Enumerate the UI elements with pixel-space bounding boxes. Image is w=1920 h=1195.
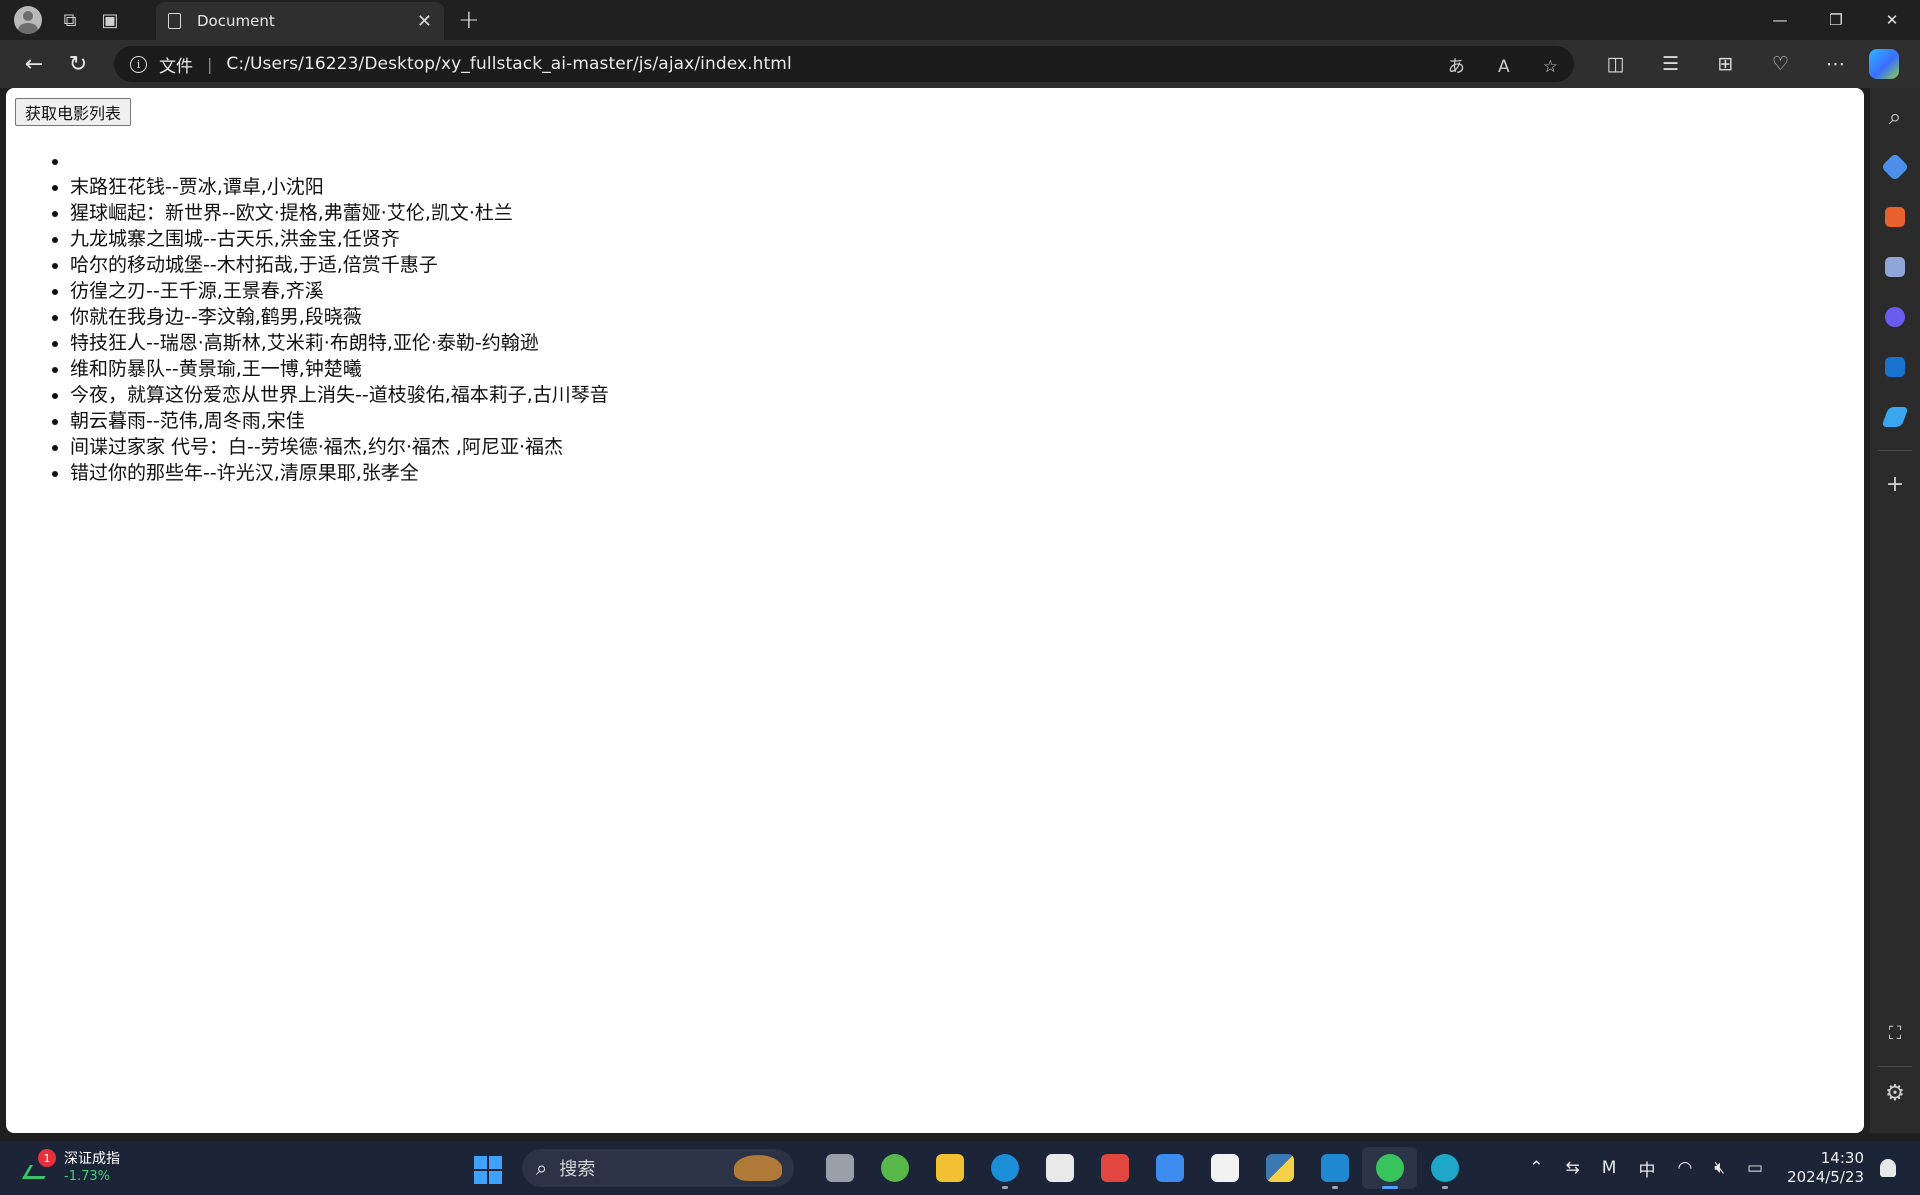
sidebar-screenshot-icon[interactable]: ⛶ xyxy=(1870,1008,1920,1058)
wifi-icon[interactable]: ◠ xyxy=(1677,1158,1692,1178)
restore-button[interactable]: ❐ xyxy=(1808,0,1864,40)
close-window-button[interactable]: ✕ xyxy=(1864,0,1920,40)
battery-icon[interactable]: ▭ xyxy=(1747,1158,1763,1178)
movie-list-item: 今夜，就算这份爱恋从世界上消失--道枝骏佑,福本莉子,古川琴音 xyxy=(70,382,609,408)
python-icon[interactable] xyxy=(1252,1147,1307,1189)
copilot-icon[interactable] xyxy=(1869,49,1899,79)
sidebar-copilot-icon[interactable] xyxy=(1870,292,1920,342)
movie-list-item: 彷徨之刃--王千源,王景春,齐溪 xyxy=(70,278,609,304)
favorite-star-icon[interactable]: ☆ xyxy=(1543,57,1558,77)
microsoft-store-icon[interactable] xyxy=(1032,1147,1087,1189)
chevron-up-icon[interactable]: ⌃ xyxy=(1529,1158,1543,1178)
sidebar-send-icon[interactable] xyxy=(1870,392,1920,442)
sidebar-divider-bottom xyxy=(1878,1066,1912,1067)
tab-document[interactable]: Document ✕ xyxy=(156,2,444,40)
document-icon xyxy=(168,13,181,29)
movie-list-item: 维和防暴队--黄景瑜,王一博,钟楚曦 xyxy=(70,356,609,382)
workspaces-icon[interactable]: ⧉ xyxy=(50,0,90,40)
wechat-icon[interactable] xyxy=(1362,1147,1417,1189)
browser-essentials-icon[interactable]: ♡ xyxy=(1753,53,1808,75)
sidebar-add-icon[interactable]: + xyxy=(1870,459,1920,509)
url-text[interactable]: C:/Users/16223/Desktop/xy_fullstack_ai-m… xyxy=(226,54,1420,74)
sidebar-divider xyxy=(1878,450,1912,451)
m-app-icon[interactable] xyxy=(1197,1147,1252,1189)
get-movie-list-button[interactable]: 获取电影列表 xyxy=(15,98,132,126)
huawei-app-icon[interactable] xyxy=(1087,1147,1142,1189)
refresh-icon[interactable]: ↻ xyxy=(56,42,100,86)
clock[interactable]: 14:30 2024/5/23 xyxy=(1787,1149,1864,1187)
notification-bell-icon[interactable] xyxy=(1880,1159,1896,1177)
navigation-bar: ← ↻ i 文件 | C:/Users/16223/Desktop/xy_ful… xyxy=(0,40,1920,88)
vscode-icon[interactable] xyxy=(1307,1147,1362,1189)
movie-list-item: 特技狂人--瑞恩·高斯林,艾米莉·布朗特,亚伦·泰勒-约翰逊 xyxy=(70,330,609,356)
stock-change: -1.73% xyxy=(64,1169,110,1184)
movie-list-item: 间谍过家家 代号：白--劳埃德·福杰,约尔·福杰 ,阿尼亚·福杰 xyxy=(70,434,609,460)
system-tray: ⌃ ⇆ M 中 ◠ 🔇︎ ▭ 14:30 2024/5/23 xyxy=(1507,1141,1896,1195)
movie-list-item xyxy=(70,148,609,174)
movie-list: 末路狂花钱--贾冰,谭卓,小沈阳猩球崛起：新世界--欧文·提格,弗蕾娅·艾伦,凯… xyxy=(16,148,609,486)
movie-list-item: 末路狂花钱--贾冰,谭卓,小沈阳 xyxy=(70,174,609,200)
tray-settings-icon[interactable]: ⇆ xyxy=(1566,1158,1580,1178)
favorites-icon[interactable]: ☰ xyxy=(1643,53,1698,75)
volume-muted-icon[interactable]: 🔇︎ xyxy=(1714,1158,1725,1178)
tray-m-icon[interactable]: M xyxy=(1602,1158,1617,1178)
sidebar-tools-icon[interactable] xyxy=(1870,192,1920,242)
address-bar-actions: あ A ☆ xyxy=(1420,52,1558,77)
minimize-button[interactable]: — xyxy=(1752,0,1808,40)
stock-widget[interactable]: 1 深证成指 -1.73% xyxy=(21,1149,120,1186)
read-aloud-icon[interactable]: A xyxy=(1498,57,1510,77)
movie-list-item: 九龙城寨之围城--古天乐,洪金宝,任贤齐 xyxy=(70,226,609,252)
sidebar-search-icon[interactable]: ⌕ xyxy=(1870,92,1920,142)
tab-strip: ⧉ ▣ Document ✕ + — ❐ ✕ xyxy=(0,0,1920,40)
frog-app-icon[interactable] xyxy=(867,1147,922,1189)
close-tab-icon[interactable]: ✕ xyxy=(417,11,432,32)
stock-chart-icon: 1 xyxy=(21,1149,56,1181)
page-viewport: 获取电影列表 末路狂花钱--贾冰,谭卓,小沈阳猩球崛起：新世界--欧文·提格,弗… xyxy=(6,88,1864,1133)
window-controls: — ❐ ✕ xyxy=(1752,0,1920,40)
file-scheme-label: 文件 xyxy=(159,56,193,77)
movie-list-item: 哈尔的移动城堡--木村拓哉,于适,倍赏千惠子 xyxy=(70,252,609,278)
back-icon[interactable]: ← xyxy=(12,42,56,86)
translate-icon[interactable]: あ xyxy=(1448,57,1465,77)
taskbar-search-box[interactable]: ⌕ 搜索 xyxy=(522,1149,794,1187)
more-options-icon[interactable]: ⋯ xyxy=(1808,53,1863,75)
sidebar-outlook-icon[interactable] xyxy=(1870,342,1920,392)
toolbar: ◫ ☰ ⊞ ♡ ⋯ xyxy=(1588,53,1863,75)
clock-time: 14:30 xyxy=(1820,1149,1864,1167)
movie-list-item: 错过你的那些年--许光汉,清原果耶,张孝全 xyxy=(70,460,609,486)
new-tab-button[interactable]: + xyxy=(458,5,480,35)
search-highlight-image xyxy=(734,1155,782,1181)
search-placeholder: 搜索 xyxy=(559,1159,596,1180)
profile-avatar-icon[interactable] xyxy=(14,6,42,34)
edge-dev-icon[interactable] xyxy=(1417,1147,1472,1189)
address-bar[interactable]: i 文件 | C:/Users/16223/Desktop/xy_fullsta… xyxy=(114,46,1574,82)
pinned-apps xyxy=(812,1147,1472,1189)
task-view-icon[interactable] xyxy=(812,1147,867,1189)
search-icon: ⌕ xyxy=(536,1156,548,1180)
notification-badge: 1 xyxy=(38,1149,56,1167)
sidebar-shopping-icon[interactable] xyxy=(1870,142,1920,192)
sidebar-games-icon[interactable] xyxy=(1870,242,1920,292)
movie-list-item: 猩球崛起：新世界--欧文·提格,弗蕾娅·艾伦,凯文·杜兰 xyxy=(70,200,609,226)
windows-start-icon[interactable] xyxy=(474,1156,502,1184)
collections-icon[interactable]: ⊞ xyxy=(1698,53,1753,75)
vertical-tabs-icon[interactable]: ▣ xyxy=(90,0,130,40)
sidebar-settings-icon[interactable]: ⚙ xyxy=(1870,1068,1920,1118)
movie-list-item: 朝云暮雨--范伟,周冬雨,宋佳 xyxy=(70,408,609,434)
movie-list-item: 你就在我身边--李汶翰,鹤男,段晓薇 xyxy=(70,304,609,330)
clock-date: 2024/5/23 xyxy=(1787,1168,1864,1186)
edge-sidebar: ⌕ + ⛶ ⚙ xyxy=(1870,88,1920,1133)
info-icon[interactable]: i xyxy=(130,55,147,73)
windows-taskbar: 1 深证成指 -1.73% ⌕ 搜索 ⌃ ⇆ M 中 ◠ 🔇︎ ▭ 14:30 … xyxy=(0,1141,1920,1195)
split-screen-icon[interactable]: ◫ xyxy=(1588,53,1643,75)
edge-icon[interactable] xyxy=(977,1147,1032,1189)
file-explorer-icon[interactable] xyxy=(922,1147,977,1189)
tab-title: Document xyxy=(197,12,275,30)
ime-indicator[interactable]: 中 xyxy=(1638,1156,1655,1181)
stock-name: 深证成指 xyxy=(64,1151,120,1167)
cloud-drive-icon[interactable] xyxy=(1142,1147,1197,1189)
address-separator: | xyxy=(207,54,213,74)
